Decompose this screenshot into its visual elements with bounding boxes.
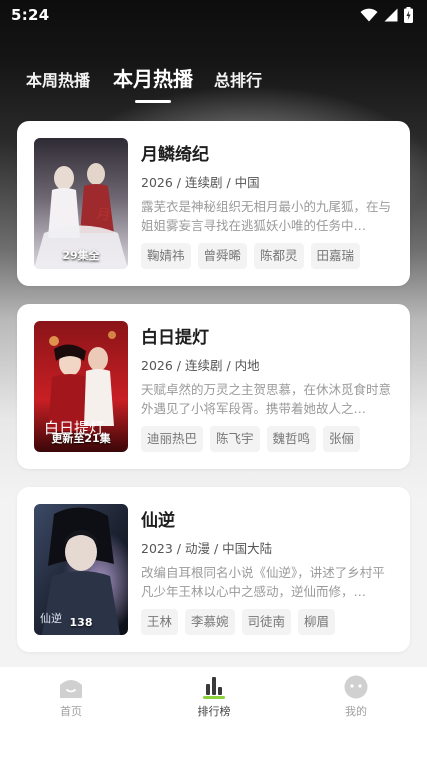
- nav-home[interactable]: 首页: [26, 675, 116, 719]
- cast-tag[interactable]: 陈飞宇: [210, 426, 260, 452]
- episode-badge: 138: [69, 616, 93, 629]
- nav-mine[interactable]: 我的: [311, 675, 401, 719]
- show-title: 月鳞绮纪: [141, 145, 209, 165]
- nav-ranking[interactable]: 排行榜: [169, 675, 259, 719]
- show-title: 仙逆: [141, 511, 175, 531]
- cast-list: 王林 李慕婉 司徒南 柳眉: [141, 609, 336, 635]
- home-icon: [26, 675, 116, 699]
- cell-signal-icon: [384, 8, 398, 22]
- ranking-chart-icon: [169, 675, 259, 699]
- show-title: 白日提灯: [141, 328, 209, 348]
- tab-monthly-hot[interactable]: 本月热播: [113, 63, 193, 92]
- cast-tag[interactable]: 曾舜晞: [197, 243, 248, 269]
- cast-list: 鞠婧祎 曾舜晞 陈都灵 田嘉瑞: [141, 243, 361, 269]
- nav-home-label: 首页: [60, 705, 82, 718]
- ranking-card[interactable]: 白日提灯 更新至21集 白日提灯 2026 / 连续剧 / 内地 天赋卓然的万灵…: [17, 304, 410, 469]
- poster-image: 仙逆 138: [34, 504, 128, 635]
- show-description: 天赋卓然的万灵之主贺思慕，在休沐觅食时意外遇见了小将军段胥。携带着她故人之…: [141, 382, 391, 416]
- nav-ranking-label: 排行榜: [197, 705, 231, 718]
- bottom-navigation: 首页 排行榜 我的: [0, 667, 427, 759]
- poster-image: 月 29集全: [34, 138, 128, 269]
- cast-tag[interactable]: 司徒南: [241, 609, 292, 635]
- ranking-card[interactable]: 仙逆 138 仙逆 2023 / 动漫 / 中国大陆 改编自耳根同名小说《仙逆》…: [17, 487, 410, 652]
- status-icons: [360, 7, 413, 23]
- cast-tag[interactable]: 张俪: [323, 426, 361, 452]
- wifi-icon: [360, 8, 378, 22]
- cast-tag[interactable]: 陈都灵: [254, 243, 304, 269]
- show-meta: 2026 / 连续剧 / 中国: [141, 175, 260, 190]
- cast-tag[interactable]: 鞠婧祎: [141, 243, 191, 269]
- active-tab-indicator: [135, 100, 171, 103]
- show-description: 露芜衣是神秘组织无相月最小的九尾狐，在与姐姐雾妄言寻找在逃狐妖小唯的任务中…: [141, 199, 391, 233]
- cast-list: 迪丽热巴 陈飞宇 魏哲鸣 张俪: [141, 426, 361, 452]
- show-meta: 2026 / 连续剧 / 内地: [141, 358, 260, 373]
- battery-charging-icon: [404, 7, 413, 23]
- ranking-period-tabs: 本周热播 本月热播 总排行: [0, 58, 427, 108]
- svg-text:月: 月: [95, 206, 111, 224]
- profile-face-icon: [311, 675, 401, 699]
- nav-mine-label: 我的: [345, 705, 367, 718]
- cast-tag[interactable]: 柳眉: [298, 609, 336, 635]
- episode-badge: 29集全: [62, 249, 100, 262]
- cast-tag[interactable]: 迪丽热巴: [141, 426, 204, 452]
- ranking-card[interactable]: 月 29集全 月鳞绮纪 2026 / 连续剧 / 中国 露芜衣是神秘组织无相月最…: [17, 121, 410, 286]
- cast-tag[interactable]: 王林: [141, 609, 179, 635]
- status-time: 5:24: [11, 6, 50, 24]
- tab-weekly-hot[interactable]: 本周热播: [26, 67, 90, 91]
- status-bar: 5:24: [0, 0, 427, 32]
- cast-tag[interactable]: 田嘉瑞: [310, 243, 361, 269]
- show-description: 改编自耳根同名小说《仙逆》，讲述了乡村平凡少年王林以心中之感动，逆仙而修，…: [141, 565, 385, 599]
- tab-overall-ranking[interactable]: 总排行: [214, 67, 262, 91]
- cast-tag[interactable]: 魏哲鸣: [266, 426, 317, 452]
- show-meta: 2023 / 动漫 / 中国大陆: [141, 541, 273, 556]
- poster-image: 白日提灯 更新至21集: [34, 321, 128, 452]
- cast-tag[interactable]: 李慕婉: [185, 609, 235, 635]
- episode-badge: 更新至21集: [51, 432, 111, 445]
